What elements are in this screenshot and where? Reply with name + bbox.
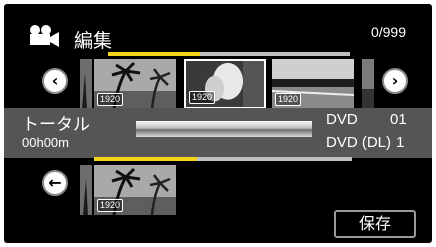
selected-thumbnail-partial[interactable] <box>80 165 92 215</box>
total-label: トータル <box>22 115 90 135</box>
resolution-badge: 1920 <box>189 91 216 104</box>
source-progress-fill <box>108 52 200 56</box>
thumbnail-partial-left[interactable] <box>80 59 92 109</box>
next-button[interactable]: › <box>382 68 408 94</box>
total-time: 00h00m <box>22 135 69 150</box>
thumbnail[interactable]: 1920 <box>94 59 176 109</box>
dvd-dl-count: 1 <box>396 134 405 151</box>
screen: 編集 0/999 ‹ › 1920 1920 1920 トータル 00h00m … <box>4 4 432 243</box>
scene-counter: 0/999 <box>370 24 406 40</box>
back-button[interactable]: ← <box>42 170 68 196</box>
capacity-meter <box>136 121 312 137</box>
chevron-right-icon: › <box>391 71 399 90</box>
selected-thumbnail[interactable]: 1920 <box>94 165 176 215</box>
dvd-count: 01 <box>390 111 407 128</box>
selected-progress-fill <box>94 157 198 161</box>
thumbnail-selected[interactable]: 1920 <box>184 59 266 109</box>
resolution-badge: 1920 <box>97 199 124 212</box>
page-title: 編集 <box>74 30 113 52</box>
save-button[interactable]: 保存 <box>334 210 416 238</box>
back-arrow-icon: ← <box>48 173 62 192</box>
source-progress-bar <box>108 52 350 56</box>
thumbnail-partial-right[interactable] <box>362 59 374 109</box>
chevron-left-icon: ‹ <box>51 71 59 90</box>
resolution-badge: 1920 <box>97 93 124 106</box>
dvd-dl-label: DVD (DL) <box>326 134 392 151</box>
dvd-label: DVD <box>326 111 358 128</box>
resolution-badge: 1920 <box>275 93 302 106</box>
movie-camera-icon <box>30 25 59 47</box>
thumbnail[interactable]: 1920 <box>272 59 354 109</box>
prev-button[interactable]: ‹ <box>42 68 68 94</box>
selected-progress-bar <box>94 157 352 161</box>
